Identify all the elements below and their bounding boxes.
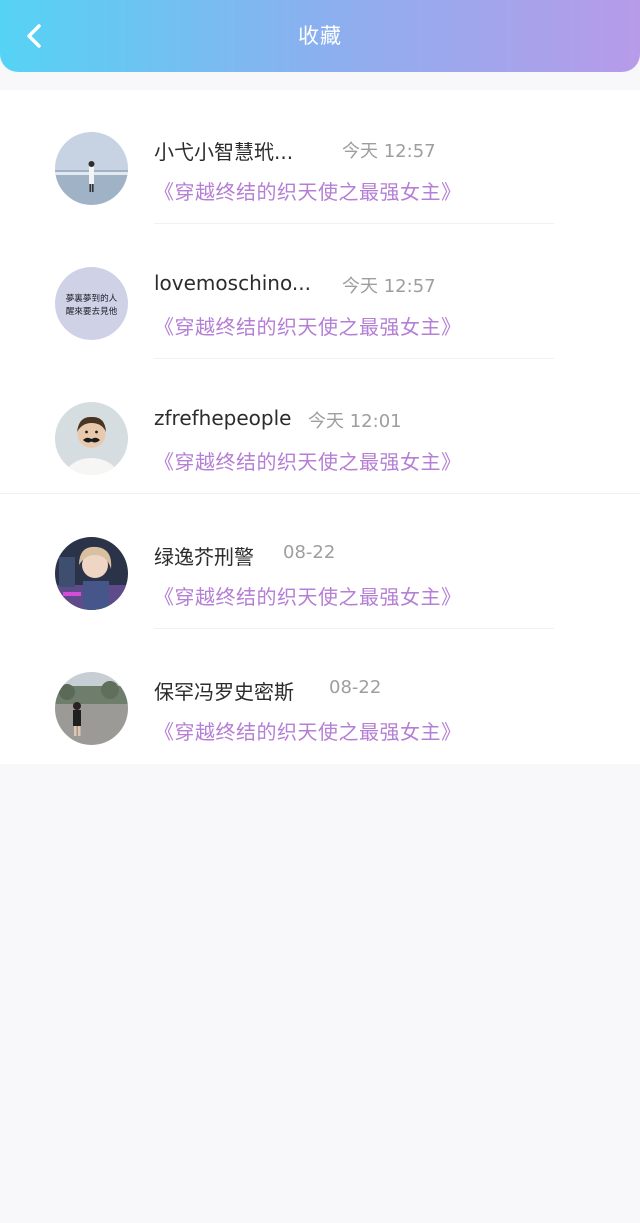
page-title: 收藏: [298, 24, 342, 48]
novel-title-link[interactable]: 《穿越终结的织天使之最强女主》: [154, 311, 462, 340]
list-item[interactable]: 绿逸芥刑警 08-22 《穿越终结的织天使之最强女主》: [0, 495, 640, 629]
list-item[interactable]: zfrefhepeople 今天 12:01 《穿越终结的织天使之最强女主》: [0, 360, 640, 494]
avatar[interactable]: [55, 537, 128, 610]
timestamp: 今天 12:57: [342, 141, 436, 162]
list-item[interactable]: 小弋小智慧玳... 今天 12:57 《穿越终结的织天使之最强女主》: [0, 90, 640, 224]
avatar[interactable]: [55, 402, 128, 475]
novel-title-link[interactable]: 《穿越终结的织天使之最强女主》: [154, 581, 462, 610]
divider: [154, 628, 554, 629]
timestamp: 今天 12:01: [308, 411, 402, 432]
divider: [154, 358, 554, 359]
user-name: 绿逸芥刑警: [154, 545, 254, 569]
avatar[interactable]: [55, 132, 128, 205]
top-bar: 收藏: [0, 0, 640, 72]
user-name: 保罕冯罗史密斯: [154, 680, 294, 704]
timestamp: 今天 12:57: [342, 276, 436, 297]
divider: [154, 223, 554, 224]
favorites-list: 小弋小智慧玳... 今天 12:57 《穿越终结的织天使之最强女主》 夢裏夢到的…: [0, 90, 640, 764]
novel-title-link[interactable]: 《穿越终结的织天使之最强女主》: [154, 446, 462, 475]
user-name: 小弋小智慧玳...: [154, 140, 294, 164]
divider: [0, 493, 640, 494]
avatar[interactable]: 夢裏夢到的人 醒來要去見他: [55, 267, 128, 340]
avatar[interactable]: [55, 672, 128, 745]
user-name: lovemoschino...: [154, 271, 311, 295]
avatar-text-line-2: 醒來要去見他: [66, 305, 118, 317]
user-name: zfrefhepeople: [154, 406, 292, 430]
list-item[interactable]: 夢裏夢到的人 醒來要去見他 lovemoschino... 今天 12:57 《…: [0, 225, 640, 359]
timestamp: 08-22: [329, 677, 382, 698]
novel-title-link[interactable]: 《穿越终结的织天使之最强女主》: [154, 176, 462, 205]
timestamp: 08-22: [283, 542, 336, 563]
avatar-text-line-1: 夢裏夢到的人: [66, 292, 118, 304]
novel-title-link[interactable]: 《穿越终结的织天使之最强女主》: [154, 716, 462, 745]
list-item[interactable]: 保罕冯罗史密斯 08-22 《穿越终结的织天使之最强女主》: [0, 630, 640, 764]
